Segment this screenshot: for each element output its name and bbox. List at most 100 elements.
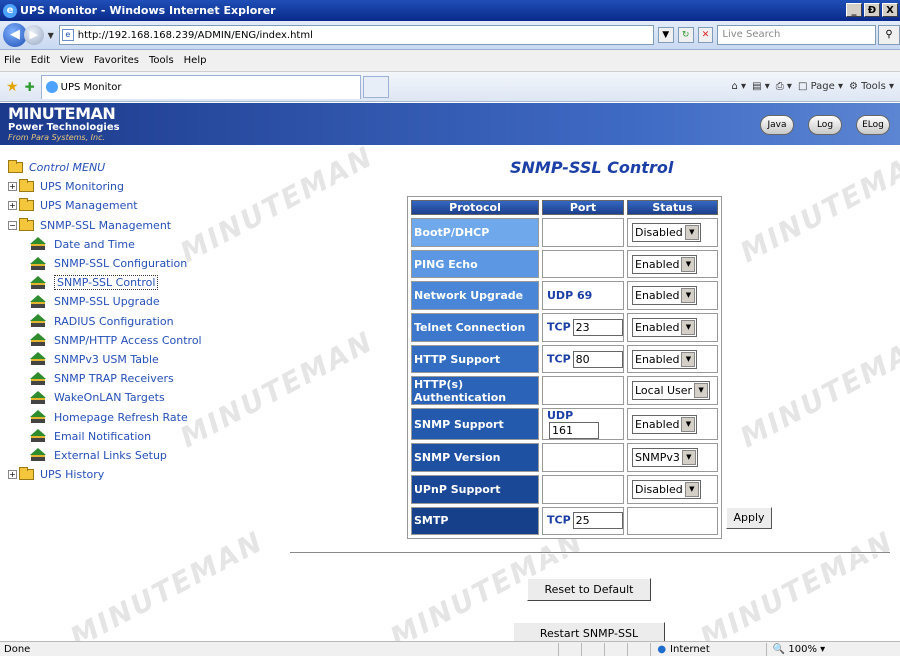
menu-help[interactable]: Help bbox=[184, 55, 207, 66]
status-cell: Disabled ▼ bbox=[627, 474, 718, 504]
port-input[interactable]: 80 bbox=[572, 350, 623, 368]
status-select[interactable]: Local User ▼ bbox=[632, 381, 711, 401]
status-select[interactable]: Disabled ▼ bbox=[632, 479, 701, 499]
port-cell: UDP161 bbox=[542, 408, 624, 441]
feeds-icon[interactable]: ▤ ▾ bbox=[752, 81, 770, 92]
forward-button[interactable]: ▶ bbox=[23, 25, 44, 45]
address-dropdown-icon[interactable]: ▼ bbox=[657, 27, 674, 43]
stop-icon[interactable]: ✕ bbox=[697, 27, 714, 43]
restart-snmp-ssl-button[interactable]: Restart SNMP-SSL bbox=[513, 622, 665, 641]
sidebar-item[interactable]: SNMPv3 USM Table bbox=[8, 350, 288, 369]
dropdown-arrow-icon[interactable]: ▼ bbox=[694, 383, 709, 399]
sidebar-item[interactable]: + UPS Management bbox=[8, 196, 288, 215]
header-port: Port bbox=[542, 200, 624, 215]
collapse-icon[interactable]: − bbox=[8, 220, 17, 230]
menu-edit[interactable]: Edit bbox=[31, 55, 50, 66]
port-cell: TCP 25 bbox=[542, 506, 624, 536]
dropdown-arrow-icon[interactable]: ▼ bbox=[681, 319, 696, 335]
dropdown-arrow-icon[interactable]: ▼ bbox=[681, 449, 696, 465]
sidebar-item[interactable]: SNMP/HTTP Access Control bbox=[8, 331, 288, 350]
folder-open-icon bbox=[8, 160, 23, 174]
apply-button[interactable]: Apply bbox=[726, 507, 772, 529]
page-leaf-icon bbox=[30, 333, 46, 347]
new-tab-button[interactable] bbox=[362, 75, 389, 98]
sidebar-item[interactable]: SNMP-SSL Control bbox=[8, 273, 288, 292]
tools-menu[interactable]: ⚙ Tools ▾ bbox=[849, 81, 894, 92]
expand-icon[interactable]: + bbox=[8, 182, 17, 192]
reset-to-default-button[interactable]: Reset to Default bbox=[527, 578, 651, 601]
print-icon[interactable]: ⎙ ▾ bbox=[776, 81, 792, 92]
status-select[interactable]: Enabled ▼ bbox=[632, 286, 698, 306]
sidebar-item-label: SNMPv3 USM Table bbox=[54, 352, 159, 366]
sidebar-item[interactable]: SNMP-SSL Configuration bbox=[8, 254, 288, 273]
log-button[interactable]: Log bbox=[808, 115, 842, 135]
status-select[interactable]: Enabled ▼ bbox=[632, 317, 698, 337]
search-icon[interactable]: ⚲ bbox=[878, 25, 900, 45]
table-row: HTTP Support TCP 80 Enabled ▼ bbox=[411, 344, 718, 374]
sidebar-item[interactable]: RADIUS Configuration bbox=[8, 312, 288, 331]
elog-button[interactable]: ELog bbox=[856, 115, 890, 135]
sidebar-item[interactable]: Date and Time bbox=[8, 235, 288, 254]
port-input[interactable]: 161 bbox=[549, 422, 599, 440]
page-leaf-icon bbox=[30, 237, 46, 251]
status-select[interactable]: Disabled ▼ bbox=[632, 222, 701, 242]
menu-items: + UPS Monitoring + UPS Management − SNMP-SSL … bbox=[8, 177, 288, 484]
status-select-value: Enabled bbox=[635, 257, 680, 271]
add-favorites-icon[interactable]: ✚ bbox=[25, 80, 35, 94]
restore-button[interactable]: Ɖ bbox=[864, 3, 880, 17]
refresh-icon[interactable]: ↻ bbox=[677, 27, 694, 43]
expand-icon[interactable]: + bbox=[8, 201, 17, 211]
dropdown-arrow-icon[interactable]: ▼ bbox=[681, 416, 696, 432]
dropdown-arrow-icon[interactable]: ▼ bbox=[681, 351, 696, 367]
status-select[interactable]: SNMPv3 ▼ bbox=[632, 447, 698, 467]
expand-icon[interactable]: + bbox=[8, 470, 17, 480]
history-dropdown-icon[interactable]: ▼ bbox=[48, 31, 54, 40]
status-cell: Enabled ▼ bbox=[627, 408, 718, 441]
menu-view[interactable]: View bbox=[60, 55, 84, 66]
menu-tools[interactable]: Tools bbox=[149, 55, 174, 66]
browser-tab[interactable]: UPS Monitor bbox=[40, 74, 361, 99]
java-button[interactable]: Java bbox=[760, 115, 794, 135]
port-input[interactable]: 23 bbox=[572, 318, 623, 336]
zoom-control[interactable]: 🔍 100% ▾ bbox=[773, 644, 825, 655]
divider bbox=[290, 552, 890, 554]
zone-label: Internet bbox=[670, 643, 710, 655]
sidebar-item[interactable]: + UPS Monitoring bbox=[8, 177, 288, 196]
sidebar-item[interactable]: SNMP-SSL Upgrade bbox=[8, 292, 288, 311]
sidebar-item[interactable]: External Links Setup bbox=[8, 446, 288, 465]
search-input[interactable]: Live Search bbox=[717, 25, 877, 45]
status-select[interactable]: Enabled ▼ bbox=[632, 414, 698, 434]
sidebar-item-label: Homepage Refresh Rate bbox=[54, 410, 188, 424]
page-menu[interactable]: □ Page ▾ bbox=[798, 81, 843, 92]
home-icon[interactable]: ⌂ ▾ bbox=[732, 81, 747, 92]
port-protocol: TCP bbox=[547, 320, 571, 334]
favorites-star-icon[interactable]: ★ bbox=[6, 79, 19, 95]
dropdown-arrow-icon[interactable]: ▼ bbox=[681, 288, 696, 304]
close-window-button[interactable]: X bbox=[882, 3, 898, 17]
status-segment bbox=[765, 642, 767, 656]
sidebar-item[interactable]: WakeOnLAN Targets bbox=[8, 388, 288, 407]
dropdown-arrow-icon[interactable]: ▼ bbox=[684, 224, 699, 240]
menu-root-label: Control MENU bbox=[29, 161, 106, 175]
port-input[interactable]: 25 bbox=[572, 512, 623, 530]
sidebar-item[interactable]: SNMP TRAP Receivers bbox=[8, 369, 288, 388]
status-select[interactable]: Enabled ▼ bbox=[632, 349, 698, 369]
menu-root[interactable]: Control MENU bbox=[8, 158, 288, 177]
sidebar-item[interactable]: + UPS History bbox=[8, 465, 288, 484]
menu-file[interactable]: File bbox=[4, 55, 21, 66]
minimize-button[interactable]: _ bbox=[846, 3, 862, 17]
favorites-bar: ★ ✚ UPS Monitor ⌂ ▾ ▤ ▾ ⎙ ▾ □ Page ▾ ⚙ T… bbox=[0, 72, 900, 102]
status-cell bbox=[627, 506, 718, 536]
address-bar[interactable]: e http://192.168.168.239/ADMIN/ENG/index… bbox=[58, 25, 654, 45]
sidebar-item-label: SNMP-SSL Upgrade bbox=[54, 295, 160, 309]
menu-favorites[interactable]: Favorites bbox=[94, 55, 139, 66]
status-select[interactable]: Enabled ▼ bbox=[632, 254, 698, 274]
sidebar-item[interactable]: Email Notification bbox=[8, 427, 288, 446]
dropdown-arrow-icon[interactable]: ▼ bbox=[681, 256, 696, 272]
port-cell bbox=[542, 218, 624, 247]
sidebar-item[interactable]: Homepage Refresh Rate bbox=[8, 407, 288, 426]
address-url: http://192.168.168.239/ADMIN/ENG/index.h… bbox=[77, 29, 313, 41]
sidebar-item[interactable]: − SNMP-SSL Management bbox=[8, 216, 288, 235]
table-row: UPnP Support Disabled ▼ bbox=[411, 474, 718, 504]
dropdown-arrow-icon[interactable]: ▼ bbox=[684, 481, 699, 497]
